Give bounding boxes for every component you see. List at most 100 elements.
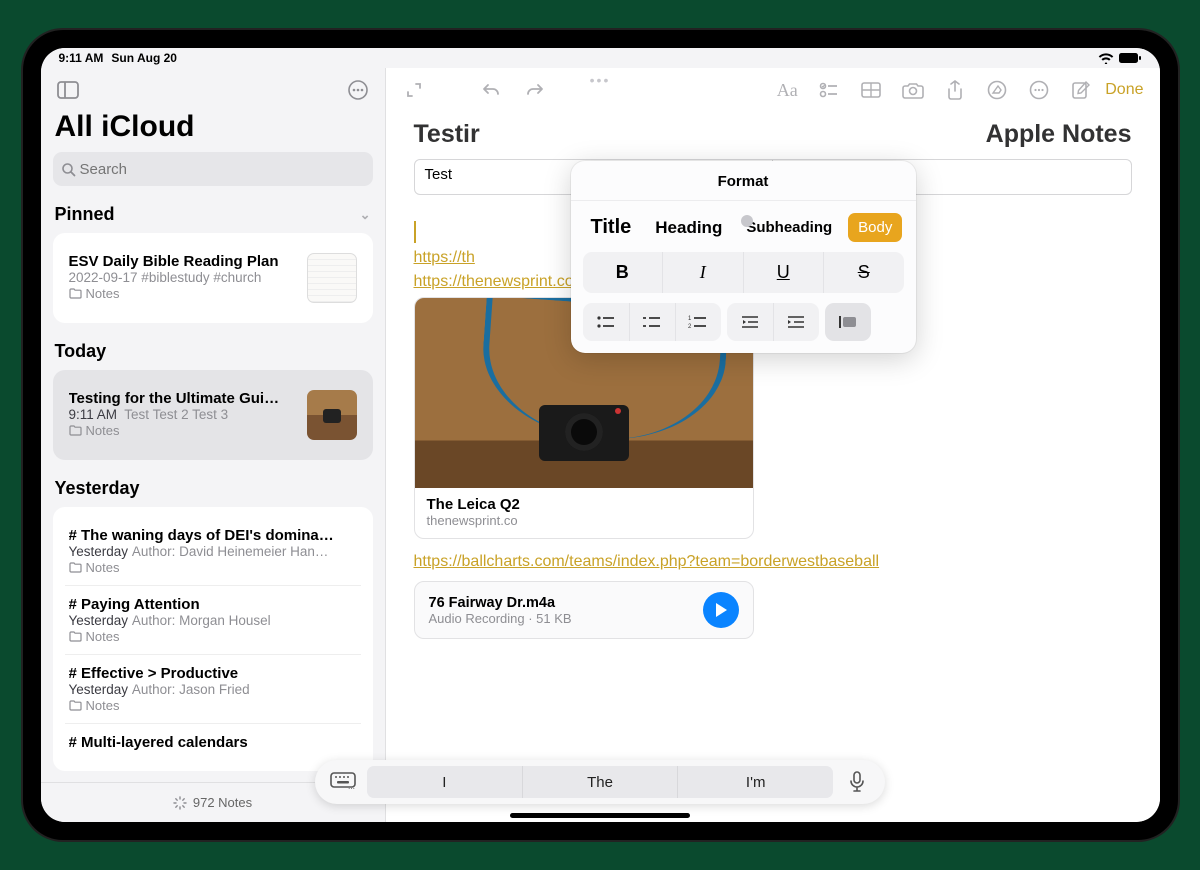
search-input[interactable] (80, 161, 365, 178)
underline-button[interactable]: U (743, 252, 824, 293)
expand-icon[interactable] (396, 72, 432, 108)
style-body-selected[interactable]: Body (848, 213, 902, 242)
sidebar-toggle-button[interactable] (53, 76, 83, 104)
suggestion-1[interactable]: I (367, 766, 522, 798)
numbered-list-button[interactable]: 12 (675, 303, 721, 341)
section-pinned-label: Pinned (55, 204, 115, 225)
folder-icon (69, 425, 82, 436)
markup-button[interactable] (979, 72, 1015, 108)
paragraph-style-row[interactable]: Title Heading Subheading Body (571, 201, 916, 252)
dictation-button[interactable] (835, 771, 879, 793)
svg-text:1: 1 (688, 316, 692, 322)
style-title[interactable]: Title (583, 211, 640, 244)
table-button[interactable] (853, 72, 889, 108)
share-button[interactable] (937, 72, 973, 108)
section-today: Today (41, 333, 385, 370)
italic-button[interactable]: I (662, 252, 743, 293)
note-item[interactable]: # The waning days of DEI's domina… Yeste… (65, 517, 361, 586)
note-folder: Notes (69, 698, 357, 713)
battery-icon (1118, 52, 1142, 64)
note-item-today-selected[interactable]: Testing for the Ultimate Gui… 9:11 AM Te… (53, 370, 373, 460)
section-today-label: Today (55, 341, 107, 362)
keyboard-switch-button[interactable]: ⋯ (321, 772, 365, 792)
status-bar: 9:11 AM Sun Aug 20 (41, 48, 1160, 68)
style-heading[interactable]: Heading (647, 213, 730, 243)
block-quote-button[interactable] (825, 303, 871, 341)
chevron-down-icon: ⌄ (360, 207, 371, 223)
text-style-row: B I U S (583, 252, 904, 293)
quicktype-bar: ⋯ I The I'm (315, 760, 885, 804)
note-subtitle: 9:11 AM Test Test 2 Test 3 (69, 407, 299, 422)
notes-count: 972 Notes (193, 795, 252, 810)
play-button[interactable] (703, 592, 739, 628)
new-note-button[interactable] (1063, 72, 1099, 108)
redo-button[interactable] (516, 72, 552, 108)
audio-filename: 76 Fairway Dr.m4a (429, 595, 693, 611)
list-indent-row: 12 (583, 303, 904, 341)
note-item[interactable]: # Paying Attention Yesterday Author: Mor… (65, 586, 361, 655)
camera-button[interactable] (895, 72, 931, 108)
note-title: ESV Daily Bible Reading Plan (69, 253, 299, 270)
format-popover: Format Title Heading Subheading Body B I… (571, 161, 916, 353)
quicktype-suggestions: I The I'm (367, 766, 833, 798)
link[interactable]: https://ballcharts.com/teams/index.php?t… (414, 553, 1132, 571)
strikethrough-button[interactable]: S (823, 252, 904, 293)
note-subtitle: 2022-09-17 #biblestudy #church (69, 270, 299, 285)
note-subtitle: Yesterday Author: David Heinemeier Han… (69, 544, 357, 559)
audio-attachment[interactable]: 76 Fairway Dr.m4a Audio Recording · 51 K… (414, 581, 754, 639)
note-item[interactable]: # Effective > Productive Yesterday Autho… (65, 655, 361, 724)
section-pinned[interactable]: Pinned ⌄ (41, 196, 385, 233)
status-date: Sun Aug 20 (111, 51, 177, 65)
checklist-button[interactable] (811, 72, 847, 108)
editor-toolbar: Aa Done (386, 68, 1160, 112)
multitask-dots-icon[interactable]: ••• (590, 72, 611, 88)
svg-text:2: 2 (688, 324, 692, 329)
undo-button[interactable] (474, 72, 510, 108)
sidebar-title: All iCloud (41, 108, 385, 152)
note-title: # Effective > Productive (69, 665, 357, 682)
note-heading: Testir ng for the Ultimate Gui Apple Not… (414, 120, 1132, 149)
notes-sidebar: All iCloud Pinned ⌄ ESV D (41, 68, 386, 822)
note-folder: Notes (69, 423, 299, 438)
section-yesterday-label: Yesterday (55, 478, 140, 499)
note-item[interactable]: # Multi-layered calendars (65, 724, 361, 761)
more-options-button[interactable] (343, 76, 373, 104)
audio-meta: Audio Recording · 51 KB (429, 611, 693, 626)
note-title: # Multi-layered calendars (69, 734, 357, 751)
section-yesterday: Yesterday (41, 470, 385, 507)
note-subtitle: Yesterday Author: Morgan Housel (69, 613, 357, 628)
note-thumbnail (307, 390, 357, 440)
note-folder: Notes (69, 629, 357, 644)
note-subtitle: Yesterday Author: Jason Fried (69, 682, 357, 697)
indent-button[interactable] (773, 303, 819, 341)
folder-icon (69, 288, 82, 299)
svg-text:⋯: ⋯ (348, 786, 355, 792)
home-indicator[interactable] (510, 813, 690, 818)
note-title: Testing for the Ultimate Gui… (69, 390, 299, 407)
link-preview-title: The Leica Q2 (427, 496, 741, 513)
screen: 9:11 AM Sun Aug 20 ••• (41, 48, 1160, 822)
note-folder: Notes (69, 286, 299, 301)
dashed-list-button[interactable] (629, 303, 675, 341)
text-format-button[interactable]: Aa (769, 72, 805, 108)
note-thumbnail (307, 253, 357, 303)
suggestion-2[interactable]: The (522, 766, 678, 798)
text-cursor (414, 221, 416, 243)
outdent-button[interactable] (727, 303, 773, 341)
popover-title: Format (571, 161, 916, 201)
search-field[interactable] (53, 152, 373, 186)
ipad-frame: 9:11 AM Sun Aug 20 ••• (23, 30, 1178, 840)
wifi-icon (1098, 52, 1114, 64)
style-subheading[interactable]: Subheading (738, 214, 840, 241)
syncing-icon (173, 796, 187, 810)
bulleted-list-button[interactable] (583, 303, 629, 341)
suggestion-3[interactable]: I'm (677, 766, 833, 798)
bold-button[interactable]: B (583, 252, 663, 293)
note-title: # The waning days of DEI's domina… (69, 527, 357, 544)
note-list-yesterday: # The waning days of DEI's domina… Yeste… (53, 507, 373, 771)
search-icon (61, 162, 76, 177)
more-button[interactable] (1021, 72, 1057, 108)
status-time: 9:11 AM (59, 51, 104, 65)
note-item-pinned[interactable]: ESV Daily Bible Reading Plan 2022-09-17 … (53, 233, 373, 323)
done-button[interactable]: Done (1105, 81, 1149, 99)
